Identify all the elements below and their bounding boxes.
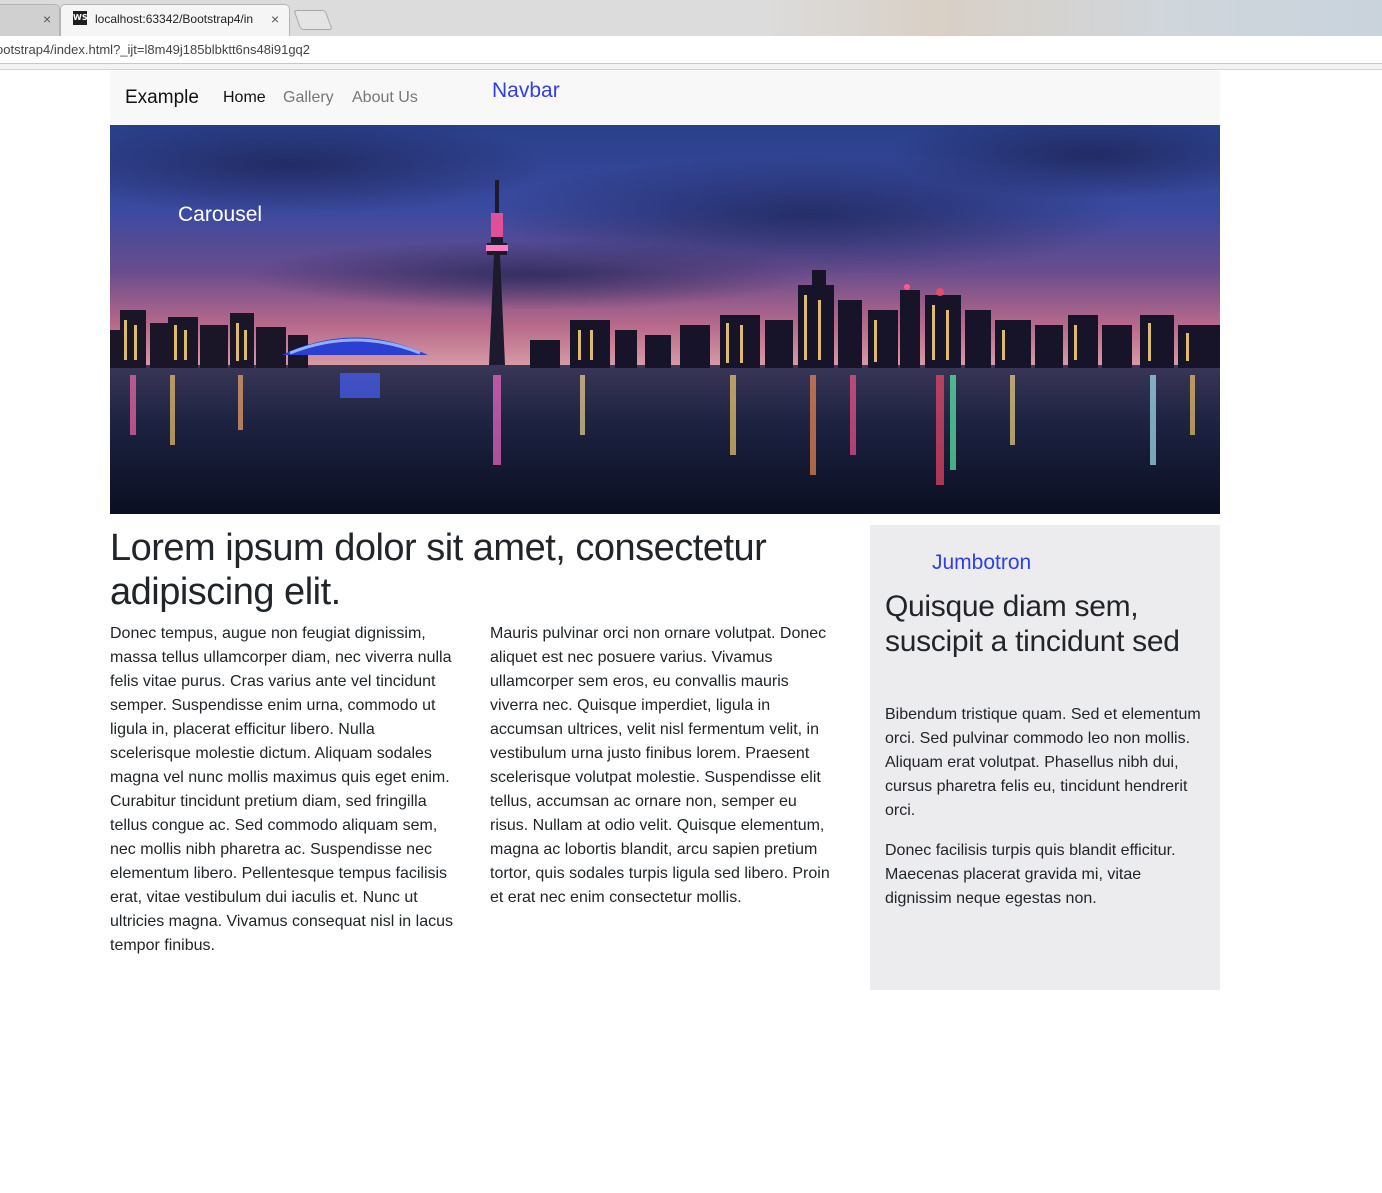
jumbotron-annotation: Jumbotron [932,551,1032,574]
main-heading: Lorem ipsum dolor sit amet, consectetur … [110,527,767,613]
nav-link-about-us[interactable]: About Us [352,89,418,107]
jumbotron-paragraph-2: Donec facilisis turpis quis blandit effi… [885,842,1176,907]
tab-title: localhost:63342/Bootstrap4/in [95,12,254,26]
close-tab-icon[interactable]: × [43,11,51,27]
navbar-annotation: Navbar [492,79,560,102]
carousel-annotation: Carousel [178,203,263,226]
browser-tab-active[interactable]: WS localhost:63342/Bootstrap4/in × [60,4,290,36]
nav-link-home[interactable]: Home [223,89,266,107]
new-tab-button[interactable] [293,10,333,30]
browser-tab-strip: × WS localhost:63342/Bootstrap4/in × [0,0,1382,37]
left-column-text: Donec tempus, augue non feugiat dignissi… [110,625,453,954]
close-tab-icon[interactable]: × [271,11,279,27]
url-text[interactable]: ootstrap4/index.html?_ijt=l8m49j185blbkt… [0,42,310,57]
jumbotron: Jumbotron Quisque diam sem, suscipit a t… [870,525,1220,990]
jumbotron-paragraph-1: Bibendum tristique quam. Sed et elementu… [885,706,1201,819]
nav-link-gallery[interactable]: Gallery [283,89,334,107]
city-skyline-image [110,125,1220,514]
right-column-text: Mauris pulvinar orci non ornare volutpat… [490,625,830,906]
webstorm-favicon-icon: WS [73,11,88,25]
carousel[interactable]: Carousel [110,125,1220,514]
navbar-brand[interactable]: Example [125,87,199,109]
address-bar[interactable]: ootstrap4/index.html?_ijt=l8m49j185blbkt… [0,36,1382,64]
navbar: Example Home Gallery About Us Navbar [110,71,1220,125]
toolbar-divider [0,64,1382,70]
browser-tab-inactive[interactable]: × [0,4,60,36]
jumbotron-heading: Quisque diam sem, suscipit a tincidunt s… [885,590,1180,658]
